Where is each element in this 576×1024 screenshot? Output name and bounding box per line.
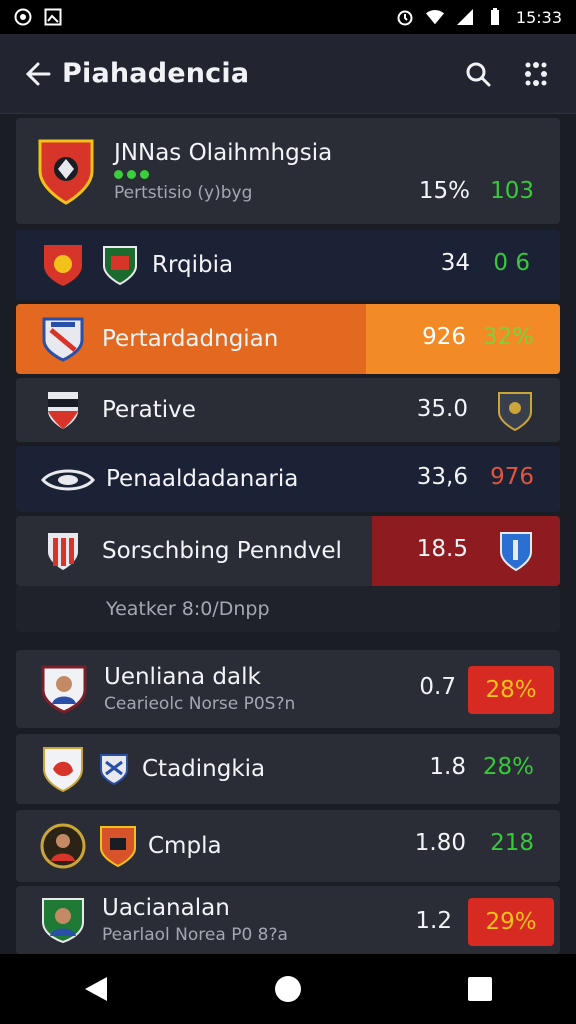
alarm-icon xyxy=(396,8,414,26)
team-name: Rrqibia xyxy=(152,252,234,278)
more-dots-icon xyxy=(525,61,547,86)
list-item[interactable]: Ctadingkia 1.8 28% xyxy=(16,734,560,804)
page-title: Piahadencia xyxy=(62,58,250,89)
list-item[interactable]: Uenliana dalk Cearieolc Norse P0S?n 0.7 … xyxy=(16,650,560,728)
team-value: 33,6 xyxy=(416,464,468,490)
section-footer: Yeatker 8:0/Dnpp xyxy=(16,586,560,632)
list-item[interactable]: Sorschbing Penndvel 18.5 xyxy=(16,516,560,586)
team-crest-icon xyxy=(34,135,98,207)
team-crest-icon xyxy=(98,826,138,868)
record-icon xyxy=(14,8,32,26)
back-arrow-icon xyxy=(25,62,51,85)
team-percent: 28% xyxy=(482,754,534,780)
system-nav-bar xyxy=(0,954,576,1024)
team-percent: 0 6 xyxy=(493,250,530,276)
player-name: Uenliana dalk xyxy=(104,664,261,690)
team-name: Perative xyxy=(102,397,196,423)
team-value: 926 xyxy=(422,324,466,350)
team-crest-icon xyxy=(496,390,534,436)
wifi-icon xyxy=(425,8,444,26)
team-crest-icon xyxy=(100,245,140,286)
nav-back-button[interactable] xyxy=(74,967,118,1011)
player-avatar xyxy=(40,665,88,714)
search-button[interactable] xyxy=(456,52,500,96)
image-icon xyxy=(44,8,62,26)
form-indicator xyxy=(114,169,332,179)
team-value: 1.80 xyxy=(414,830,466,856)
player-percent-badge: 28% xyxy=(468,666,554,714)
list-item[interactable]: Uacianalan Pearlaol Norea P0 8?a 1.2 29% xyxy=(16,886,560,954)
team-name: Pertardadngian xyxy=(102,326,279,352)
team-name: Sorschbing Penndvel xyxy=(102,538,342,564)
nav-recents-button[interactable] xyxy=(458,967,502,1011)
signal-icon xyxy=(456,8,474,26)
team-crest-icon xyxy=(40,746,86,793)
team-crest-icon xyxy=(40,456,96,502)
team-name: Penaaldadanaria xyxy=(106,466,299,492)
team-value: 1.8 xyxy=(429,754,466,780)
team-value: 35.0 xyxy=(416,396,468,422)
player-avatar xyxy=(40,823,86,869)
section-footer-text: Yeatker 8:0/Dnpp xyxy=(106,598,270,620)
player-subtitle: Pearlaol Norea P0 8?a xyxy=(102,925,288,945)
list-item[interactable]: Perative 35.0 xyxy=(16,378,560,442)
nav-home-button[interactable] xyxy=(266,967,310,1011)
more-options-button[interactable] xyxy=(514,52,558,96)
team-value: 18.5 xyxy=(416,536,468,562)
list-item-selected[interactable]: Pertardadngian 926 32% xyxy=(16,304,560,374)
app-bar: Piahadencia xyxy=(0,34,576,114)
player-value: 1.2 xyxy=(415,908,452,934)
player-name: Uacianalan xyxy=(102,895,230,921)
player-percent-badge: 29% xyxy=(468,898,554,946)
list-item[interactable]: Penaaldadanaria 33,6 976 xyxy=(16,446,560,512)
team-percent: 976 xyxy=(490,464,534,490)
status-bar: 15:33 xyxy=(0,0,576,34)
team-crest-icon xyxy=(40,528,86,574)
triangle-back-icon xyxy=(85,977,107,1001)
team-crest-icon xyxy=(40,387,86,433)
shield-icon xyxy=(498,530,534,576)
team-value: 15% xyxy=(418,178,470,204)
player-avatar xyxy=(40,897,86,944)
team-percent: 32% xyxy=(482,324,534,350)
player-percent: 28% xyxy=(485,677,537,703)
player-value: 0.7 xyxy=(419,674,456,700)
search-icon xyxy=(466,62,491,86)
team-value: 34 xyxy=(440,250,470,276)
list-item[interactable]: Cmpla 1.80 218 xyxy=(16,810,560,882)
team-percent: 103 xyxy=(490,178,534,204)
team-name: Ctadingkia xyxy=(142,756,266,782)
back-button[interactable] xyxy=(16,52,60,96)
recents-square-icon xyxy=(468,977,492,1001)
player-subtitle: Cearieolc Norse P0S?n xyxy=(104,694,296,714)
list-item[interactable]: JNNas Olaihmhgsia Pertstisio (y)byg 15% … xyxy=(16,118,560,224)
team-percent: 218 xyxy=(490,830,534,856)
team-name: JNNas Olaihmhgsia xyxy=(114,139,333,166)
battery-icon xyxy=(486,8,504,26)
player-percent: 29% xyxy=(485,909,537,935)
list-item[interactable]: Rrqibia 34 0 6 xyxy=(16,230,560,300)
team-crest-icon xyxy=(40,242,86,288)
team-crest-icon xyxy=(94,749,134,789)
team-crest-icon xyxy=(40,316,86,362)
team-name: Cmpla xyxy=(148,833,222,859)
home-circle-icon xyxy=(275,976,301,1002)
team-subtitle: Pertstisio (y)byg xyxy=(114,182,253,203)
status-time: 15:33 xyxy=(515,7,562,27)
